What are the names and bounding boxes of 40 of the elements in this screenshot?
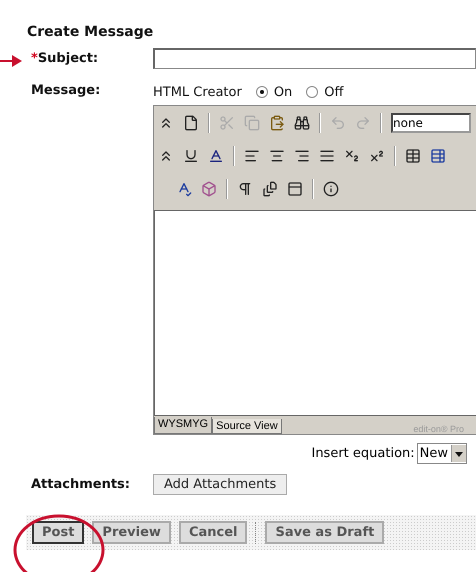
message-label: Message:	[30, 82, 102, 98]
page-title: Create Message	[27, 24, 154, 40]
align-left-icon[interactable]	[244, 148, 260, 164]
align-right-icon[interactable]	[294, 148, 310, 164]
action-button[interactable]: Preview	[92, 521, 171, 544]
radio-label[interactable]: On	[274, 84, 292, 100]
paste-icon[interactable]	[269, 114, 285, 130]
subject-label: *Subject:	[30, 51, 100, 66]
subscript-icon[interactable]	[344, 148, 360, 164]
editor-tab[interactable]: Source View	[212, 419, 282, 434]
document-icon[interactable]	[262, 180, 278, 196]
table-icon[interactable]	[405, 148, 421, 164]
add-attachments-button[interactable]: Add Attachments	[153, 474, 288, 495]
cube-icon[interactable]	[201, 180, 217, 196]
align-justify-icon[interactable]	[319, 148, 335, 164]
editor-tab[interactable]: WYSMYG	[154, 417, 212, 434]
radio-button[interactable]	[256, 86, 268, 98]
info-icon[interactable]	[323, 180, 339, 196]
equation-select[interactable]: New	[416, 443, 467, 464]
action-button[interactable]: Post	[32, 521, 84, 544]
pilcrow-icon[interactable]	[237, 180, 253, 196]
underline-icon[interactable]	[183, 148, 199, 164]
radio-button[interactable]	[306, 86, 318, 98]
equation-label: Insert equation:	[311, 446, 415, 461]
action-button[interactable]: Cancel	[178, 521, 248, 544]
window-icon[interactable]	[287, 180, 303, 196]
editor-brand: edit-on® Pro	[413, 424, 464, 434]
font-color-icon[interactable]	[208, 148, 224, 164]
radio-label[interactable]: Off	[324, 84, 344, 100]
format-select[interactable]: none	[391, 112, 471, 132]
attachments-label: Attachments:	[30, 477, 131, 492]
new-document-icon[interactable]	[183, 114, 199, 130]
html-creator-label: HTML Creator	[153, 84, 242, 100]
align-center-icon[interactable]	[269, 148, 285, 164]
subject-field[interactable]	[153, 48, 476, 69]
action-button[interactable]: Save as Draft	[265, 521, 384, 544]
pointer-arrow	[0, 54, 22, 68]
superscript-icon[interactable]	[369, 148, 385, 164]
binoculars-icon[interactable]	[294, 114, 310, 130]
insert-table-icon[interactable]	[430, 148, 446, 164]
